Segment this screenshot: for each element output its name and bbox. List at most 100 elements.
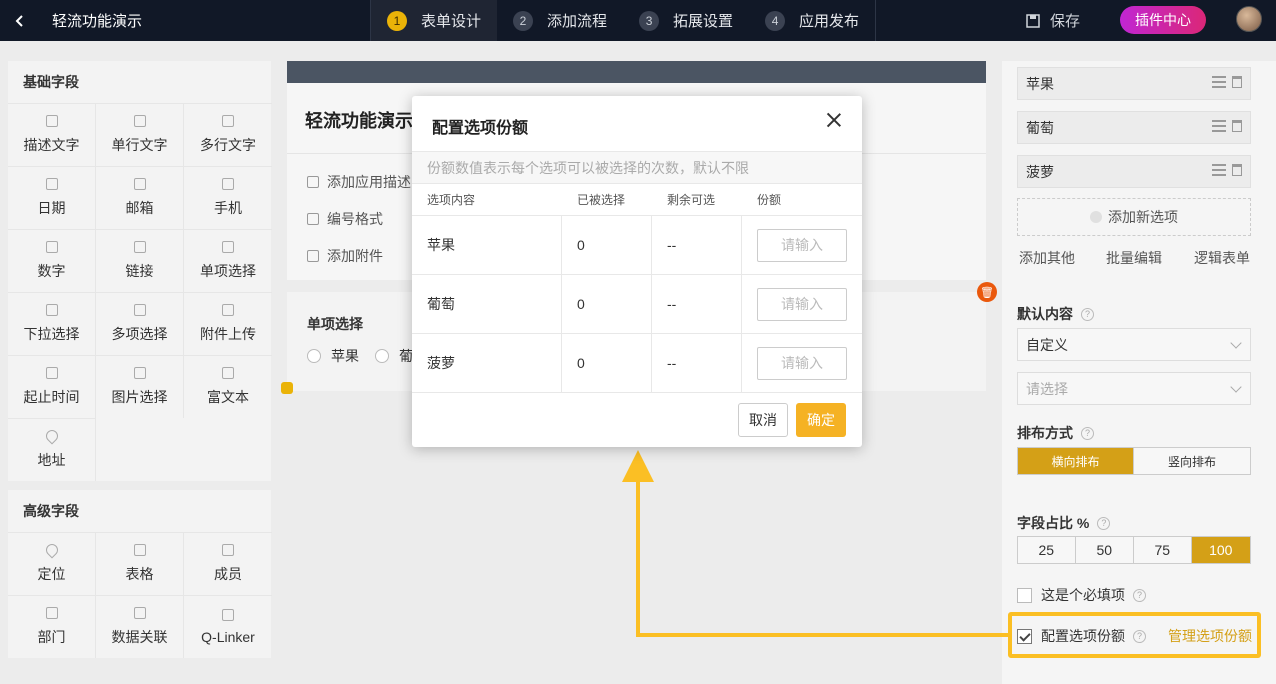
field-label: 定位 [37, 566, 66, 582]
serial-format-link[interactable]: 编号格式 [307, 209, 383, 229]
add-attachment-link[interactable]: 添加附件 [307, 246, 383, 266]
option-item[interactable]: 菠萝 [1017, 155, 1251, 188]
field-number[interactable]: 数字 [8, 229, 96, 292]
field-dropdown[interactable]: 下拉选择 [8, 292, 96, 355]
table-row: 菠萝 0 -- [412, 334, 862, 393]
app-title: 轻流功能演示 [52, 13, 143, 30]
field-email[interactable]: 邮箱 [96, 166, 184, 229]
field-multi-choice[interactable]: 多项选择 [96, 292, 184, 355]
add-other-link[interactable]: 添加其他 [1019, 248, 1075, 268]
drag-handle-icon[interactable] [1212, 120, 1226, 132]
field-rich-text[interactable]: 富文本 [184, 355, 272, 418]
field-phone[interactable]: 手机 [184, 166, 272, 229]
advanced-fields-title: 高级字段 [23, 503, 79, 519]
option-label: 葡萄 [1026, 119, 1054, 136]
dialog-title: 配置选项份额 [432, 120, 529, 137]
layout-vertical-option[interactable]: 竖向排布 [1134, 448, 1250, 474]
field-time-range[interactable]: 起止时间 [8, 355, 96, 418]
step-number: 1 [387, 10, 407, 31]
help-icon[interactable]: ? [1133, 588, 1146, 602]
step-label: 添加流程 [547, 13, 608, 30]
option-item[interactable]: 葡萄 [1017, 111, 1251, 144]
add-option-button[interactable]: 添加新选项 [1017, 198, 1251, 236]
field-single-choice[interactable]: 单项选择 [184, 229, 272, 292]
field-address[interactable]: 地址 [8, 418, 96, 481]
required-label: 这是个必填项 [1041, 587, 1125, 603]
avatar[interactable] [1236, 6, 1262, 32]
field-location[interactable]: 定位 [8, 532, 96, 595]
help-icon[interactable]: ? [1081, 426, 1094, 440]
comment-icon [307, 176, 319, 188]
link-icon [133, 241, 146, 253]
field-date[interactable]: 日期 [8, 166, 96, 229]
default-value-select[interactable]: 请选择 [1017, 372, 1251, 405]
option-name: 葡萄 [412, 275, 562, 333]
required-checkbox[interactable]: 这是个必填项? [1017, 585, 1146, 605]
tab-extend-settings[interactable]: 3 拓展设置 [623, 0, 749, 41]
field-department[interactable]: 部门 [8, 595, 96, 658]
text-icon [45, 115, 58, 127]
delete-field-button[interactable]: 🗑 [977, 282, 997, 302]
field-label: 链接 [125, 263, 154, 279]
checkbox[interactable] [1017, 587, 1032, 603]
selected-count: 0 [562, 275, 652, 333]
tab-add-flow[interactable]: 2 添加流程 [497, 0, 623, 41]
add-desc-label: 添加应用描述 [327, 174, 411, 190]
tab-form-design[interactable]: 1 表单设计 [371, 0, 498, 41]
confirm-button[interactable]: 确定 [796, 403, 846, 437]
option-item[interactable]: 苹果 [1017, 67, 1251, 100]
ratio-option-50[interactable]: 50 [1075, 537, 1134, 563]
default-content-select[interactable]: 自定义 [1017, 328, 1251, 361]
radio-option[interactable]: 苹果 [307, 346, 359, 366]
help-icon[interactable]: ? [1097, 516, 1111, 530]
field-table[interactable]: 表格 [96, 532, 184, 595]
serial-format-label: 编号格式 [327, 211, 383, 227]
chevron-down-icon [1230, 381, 1242, 393]
ratio-option-75[interactable]: 75 [1134, 537, 1192, 563]
ratio-option-100[interactable]: 100 [1191, 537, 1250, 563]
help-icon[interactable]: ? [1081, 307, 1094, 321]
field-link[interactable]: 链接 [96, 229, 184, 292]
batch-edit-link[interactable]: 批量编辑 [1106, 248, 1162, 268]
step-number: 4 [765, 10, 786, 31]
option-name: 苹果 [412, 216, 562, 274]
plugin-center-button[interactable]: 插件中心 [1120, 6, 1206, 34]
field-multi-line[interactable]: 多行文字 [184, 103, 272, 166]
field-q-linker[interactable]: Q-Linker [184, 595, 272, 658]
copy-field-button[interactable] [281, 382, 293, 394]
close-icon[interactable] [826, 112, 842, 128]
drag-handle-icon[interactable] [1212, 164, 1226, 176]
quota-input[interactable] [757, 287, 847, 321]
field-label: 富文本 [207, 389, 249, 405]
add-description-link[interactable]: 添加应用描述 [307, 172, 411, 192]
field-label: 部门 [37, 629, 66, 645]
field-label: 附件上传 [200, 326, 256, 342]
save-button[interactable]: 保存 [1026, 0, 1080, 41]
cancel-button[interactable]: 取消 [738, 403, 788, 437]
calendar-icon [45, 178, 58, 190]
quota-input[interactable] [757, 346, 847, 380]
ratio-option-25[interactable]: 25 [1018, 537, 1076, 563]
field-label: 地址 [37, 452, 66, 468]
field-data-relation[interactable]: 数据关联 [96, 595, 184, 658]
radio-option[interactable]: 葡 [375, 346, 413, 366]
trash-icon[interactable] [1232, 164, 1242, 176]
trash-icon[interactable] [1232, 76, 1242, 88]
logic-form-link[interactable]: 逻辑表单 [1194, 248, 1250, 268]
number-icon [45, 241, 58, 253]
radio-circle [307, 349, 321, 363]
drag-handle-icon[interactable] [1212, 76, 1226, 88]
back-button[interactable] [0, 0, 40, 41]
form-title[interactable]: 轻流功能演示 [305, 107, 413, 133]
add-option-label: 添加新选项 [1108, 209, 1178, 225]
tab-app-publish[interactable]: 4 应用发布 [749, 0, 875, 41]
field-attachment[interactable]: 附件上传 [184, 292, 272, 355]
layout-horizontal-option[interactable]: 横向排布 [1018, 448, 1134, 474]
field-image-choice[interactable]: 图片选择 [96, 355, 184, 418]
field-single-line[interactable]: 单行文字 [96, 103, 184, 166]
quota-input[interactable] [757, 228, 847, 262]
field-description-text[interactable]: 描述文字 [8, 103, 96, 166]
trash-icon[interactable] [1232, 120, 1242, 132]
field-member[interactable]: 成员 [184, 532, 272, 595]
phone-icon [222, 178, 234, 190]
